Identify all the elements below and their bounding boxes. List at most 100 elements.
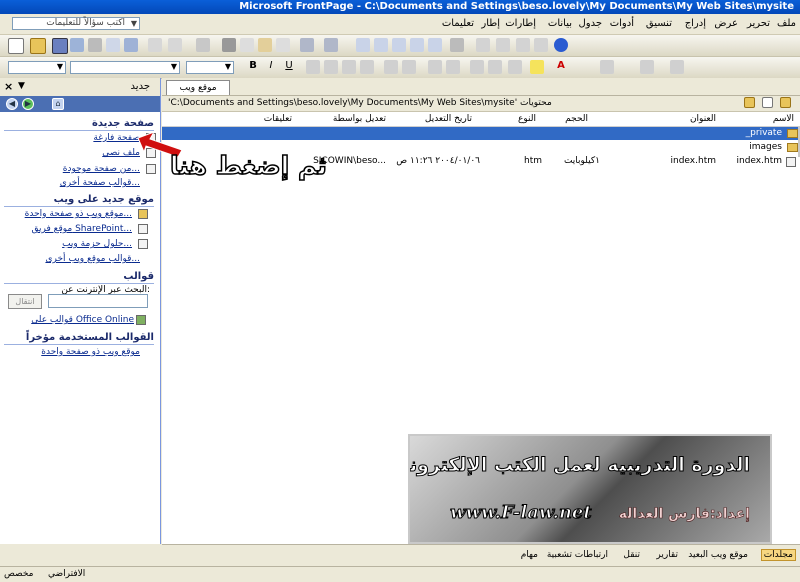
title-bar[interactable]: Microsoft FrontPage - C:\Documents and S… — [0, 0, 800, 14]
print-icon[interactable] — [88, 38, 102, 52]
menu-data[interactable]: بيانات — [548, 18, 572, 29]
show-all-icon[interactable] — [516, 38, 530, 52]
align-center-icon[interactable] — [324, 60, 338, 74]
page-props-icon[interactable] — [670, 60, 684, 74]
forward-icon[interactable]: ▶ — [22, 98, 34, 110]
new-folder-icon[interactable] — [780, 97, 791, 108]
link-blank-page[interactable]: صفحة فارغة — [93, 133, 140, 143]
picture-icon[interactable] — [410, 38, 424, 52]
justify-icon[interactable] — [360, 60, 374, 74]
table-props-icon[interactable] — [640, 60, 654, 74]
format-painter-icon[interactable] — [276, 38, 290, 52]
font-color-icon[interactable]: A — [554, 60, 568, 74]
web-component-icon[interactable] — [356, 38, 370, 52]
italic-icon[interactable]: I — [264, 60, 278, 74]
search-icon[interactable] — [70, 38, 84, 52]
font-combo[interactable]: ▼ — [70, 61, 180, 74]
col-type[interactable]: النوع — [518, 114, 536, 124]
menu-file[interactable]: ملف — [777, 18, 796, 29]
rtl-icon[interactable] — [384, 60, 398, 74]
view-hyperlinks[interactable]: ارتباطات تشعبية — [547, 550, 608, 560]
help-icon[interactable] — [554, 38, 568, 52]
link-sharepoint-site[interactable]: موقع فريق SharePoint... — [32, 224, 132, 234]
save-icon[interactable] — [52, 38, 68, 54]
view-navigation[interactable]: تنقل — [623, 550, 640, 560]
close-icon[interactable]: × — [4, 80, 13, 93]
link-from-existing[interactable]: من صفحة موجودة... — [63, 164, 140, 174]
back-icon[interactable]: ◀ — [6, 98, 18, 110]
copy-icon[interactable] — [240, 38, 254, 52]
font-size-combo[interactable]: ▼ — [186, 61, 234, 74]
abc-icon[interactable] — [196, 38, 210, 52]
redo-icon[interactable] — [324, 38, 338, 52]
hyperlink-icon[interactable] — [450, 38, 464, 52]
existing-page-icon — [146, 164, 156, 174]
highlight-icon[interactable] — [530, 60, 544, 74]
preview-icon[interactable] — [106, 38, 120, 52]
underline-icon[interactable]: U — [282, 60, 296, 74]
up-folder-icon[interactable] — [744, 97, 755, 108]
chevron-down-icon[interactable]: ▼ — [131, 18, 137, 29]
anchor-icon[interactable] — [534, 38, 548, 52]
home-icon[interactable]: ⌂ — [52, 98, 64, 110]
view-tasks[interactable]: مهام — [521, 550, 538, 560]
style-combo[interactable]: ▼ — [8, 61, 66, 74]
go-button[interactable]: انتقال — [8, 294, 42, 309]
layout-icon[interactable] — [600, 60, 614, 74]
help-search-input[interactable]: اكتب سؤالاً للتعليمات ▼ — [12, 17, 140, 30]
cut-icon[interactable] — [222, 38, 236, 52]
table-row[interactable]: _private — [162, 127, 800, 140]
link-more-site-templates[interactable]: قوالب موقع ويب أخرى... — [45, 254, 140, 264]
menu-insert[interactable]: إدراج — [685, 18, 706, 29]
align-right-icon[interactable] — [342, 60, 356, 74]
col-size[interactable]: الحجم — [565, 114, 588, 124]
menu-view[interactable]: عرض — [714, 18, 738, 29]
paste-icon[interactable] — [258, 38, 272, 52]
increase-font-icon[interactable] — [428, 60, 442, 74]
ltr-icon[interactable] — [402, 60, 416, 74]
link-web-package[interactable]: حلول حزمة ويب... — [62, 239, 132, 249]
col-modified-by[interactable]: تعديل بواسطة — [333, 114, 386, 124]
view-reports[interactable]: تقارير — [656, 550, 678, 560]
decrease-font-icon[interactable] — [446, 60, 460, 74]
align-left-icon[interactable] — [306, 60, 320, 74]
refresh-icon[interactable] — [476, 38, 490, 52]
border-icon[interactable] — [508, 60, 522, 74]
col-comments[interactable]: تعليقات — [264, 114, 292, 124]
col-modified[interactable]: تاريخ التعديل — [425, 114, 472, 124]
col-title[interactable]: العنوان — [690, 114, 716, 124]
chevron-down-icon[interactable]: ▼ — [18, 81, 25, 91]
menu-tools[interactable]: أدوات — [610, 18, 634, 29]
link-office-online[interactable]: قوالب على Office Online — [31, 315, 134, 325]
template-search-input[interactable] — [48, 294, 148, 308]
task-pane-header: × ▼ جديد — [0, 78, 160, 97]
publish-icon[interactable] — [148, 38, 162, 52]
menu-format[interactable]: تنسيق — [646, 18, 672, 29]
link-single-page-site[interactable]: موقع ويب ذو صفحة واحدة... — [25, 209, 132, 219]
menu-frames[interactable]: إطارات — [505, 18, 536, 29]
spelling-icon[interactable] — [168, 38, 182, 52]
new-page-icon[interactable] — [762, 97, 773, 108]
drawing-icon[interactable] — [428, 38, 442, 52]
bold-icon[interactable]: B — [246, 60, 260, 74]
numbering-icon[interactable] — [470, 60, 484, 74]
view-remote-site[interactable]: موقع ويب البعيد — [688, 550, 748, 560]
undo-icon[interactable] — [300, 38, 314, 52]
menu-edit[interactable]: تحرير — [747, 18, 770, 29]
stop-icon[interactable] — [496, 38, 510, 52]
browser-preview-icon[interactable] — [124, 38, 138, 52]
link-recent-single-page[interactable]: موقع ويب ذو صفحة واحدة — [41, 347, 140, 357]
menu-frame[interactable]: إطار — [481, 18, 500, 29]
menu-table[interactable]: جدول — [578, 18, 602, 29]
new-page-icon[interactable] — [8, 38, 24, 54]
layer-icon[interactable] — [392, 38, 406, 52]
menu-help[interactable]: تعليمات — [442, 18, 474, 29]
open-folder-icon[interactable] — [30, 38, 46, 54]
insert-table-icon[interactable] — [374, 38, 388, 52]
link-text-file[interactable]: ملف نصي — [102, 148, 140, 158]
view-folders[interactable]: مجلدات — [760, 549, 796, 561]
link-more-page-templates[interactable]: قوالب صفحة أخرى... — [60, 178, 140, 188]
col-name[interactable]: الاسم — [773, 114, 794, 124]
bullets-icon[interactable] — [488, 60, 502, 74]
tab-web-site[interactable]: موقع ويب — [166, 80, 230, 95]
